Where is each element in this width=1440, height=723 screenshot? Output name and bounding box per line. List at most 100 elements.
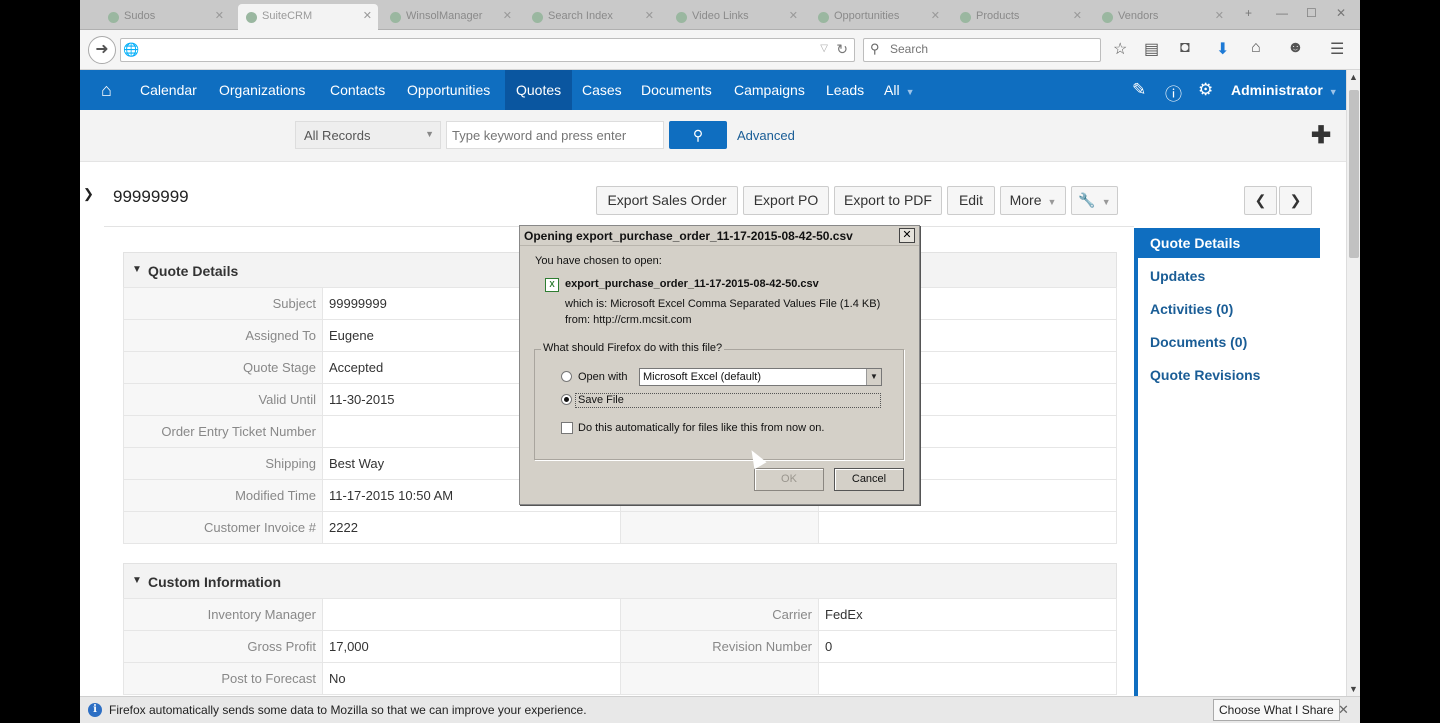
nav-quotes[interactable]: Quotes — [505, 70, 573, 110]
close-icon[interactable]: ✕ — [899, 228, 915, 243]
sidebar-item-documents[interactable]: Documents (0) — [1138, 326, 1320, 359]
maximize-icon[interactable]: ☐ — [1306, 6, 1317, 20]
browser-tab[interactable]: Search Index ✕ — [524, 4, 660, 30]
field-label: Subject — [123, 287, 323, 320]
caret-down-icon: ▼ — [1047, 197, 1057, 207]
chat-icon[interactable]: ☻ — [1287, 39, 1304, 57]
dropdown-arrow-icon[interactable]: ▼ — [866, 369, 881, 385]
new-tab-icon[interactable]: + — [1245, 6, 1252, 20]
excel-file-icon: X — [545, 278, 559, 292]
paint-brush-icon[interactable]: ✎ — [1132, 80, 1146, 100]
home-icon[interactable]: ⌂ — [1251, 39, 1261, 57]
reading-list-icon[interactable]: ▤ — [1144, 39, 1159, 59]
nav-documents[interactable]: Documents — [641, 82, 712, 98]
edit-button[interactable]: Edit — [947, 186, 995, 215]
field-label: Carrier — [620, 598, 819, 631]
menu-icon[interactable]: ☰ — [1330, 39, 1344, 59]
search-button[interactable]: ⚲ — [669, 121, 727, 149]
download-icon[interactable]: ⬇ — [1216, 39, 1229, 59]
keyword-search-input[interactable] — [446, 121, 664, 149]
field-label: Quote Stage — [123, 351, 323, 384]
browser-tab[interactable]: Vendors ✕ — [1094, 4, 1230, 30]
pocket-icon[interactable]: ◘ — [1180, 39, 1190, 57]
vertical-scrollbar[interactable]: ▲ ▼ — [1346, 70, 1360, 696]
open-with-radio[interactable] — [561, 371, 572, 382]
save-file-radio[interactable] — [561, 394, 572, 405]
nav-cases[interactable]: Cases — [582, 82, 622, 98]
tab-label: Sudos — [124, 10, 156, 22]
field-label: Inventory Manager — [123, 598, 323, 631]
settings-wrench-button[interactable]: 🔧 ▼ — [1071, 186, 1118, 215]
favicon-icon — [532, 12, 543, 23]
auto-action-checkbox[interactable] — [561, 422, 573, 434]
caret-down-icon: ▼ — [1328, 87, 1338, 97]
url-dropdown-icon[interactable]: ▽ — [820, 43, 828, 54]
ok-button[interactable]: OK — [754, 468, 824, 491]
search-bar[interactable]: ⚲ — [863, 38, 1101, 62]
user-menu[interactable]: Administrator ▼ — [1231, 82, 1338, 98]
sidebar-item-quote-details[interactable]: Quote Details — [1138, 228, 1320, 258]
sidebar-item-quote-revisions[interactable]: Quote Revisions — [1138, 359, 1320, 392]
nav-all[interactable]: All ▼ — [884, 82, 914, 98]
previous-record-button[interactable]: ❮ — [1244, 186, 1277, 215]
bookmark-star-icon[interactable]: ☆ — [1113, 39, 1127, 59]
close-tab-icon[interactable]: ✕ — [363, 9, 372, 22]
field-label: Valid Until — [123, 383, 323, 416]
close-window-icon[interactable]: ✕ — [1336, 6, 1346, 20]
field-label — [620, 662, 819, 695]
close-tab-icon[interactable]: ✕ — [1073, 9, 1082, 22]
browser-tab[interactable]: Sudos ✕ — [100, 4, 230, 30]
home-icon[interactable]: ⌂ — [101, 80, 112, 101]
quick-create-plus-icon[interactable]: ✚ — [1311, 121, 1331, 150]
nav-leads[interactable]: Leads — [826, 82, 864, 98]
nav-opportunities[interactable]: Opportunities — [407, 82, 490, 98]
expand-panel-icon[interactable]: ❯ — [83, 186, 94, 202]
export-po-button[interactable]: Export PO — [743, 186, 829, 215]
choose-what-i-share-button[interactable]: Choose What I Share — [1213, 699, 1340, 721]
record-scope-select[interactable]: All Records ▼ — [295, 121, 441, 149]
close-icon[interactable]: ✕ — [1338, 702, 1349, 718]
browser-search-input[interactable] — [890, 42, 1090, 56]
nav-contacts[interactable]: Contacts — [330, 82, 385, 98]
chevron-right-icon: ❯ — [1289, 192, 1302, 208]
back-button[interactable]: ➜ — [88, 36, 116, 64]
table-row: Customer Invoice #2222 — [123, 511, 1117, 544]
close-tab-icon[interactable]: ✕ — [645, 9, 654, 22]
next-record-button[interactable]: ❯ — [1279, 186, 1312, 215]
advanced-search-link[interactable]: Advanced — [737, 128, 795, 143]
nav-calendar[interactable]: Calendar — [140, 82, 197, 98]
close-tab-icon[interactable]: ✕ — [215, 9, 224, 22]
browser-tab[interactable]: WinsolManager ✕ — [382, 4, 518, 30]
sidebar-item-updates[interactable]: Updates — [1138, 260, 1320, 293]
more-button[interactable]: More ▼ — [1000, 186, 1066, 215]
gear-icon[interactable]: ⚙ — [1198, 80, 1213, 100]
export-sales-order-button[interactable]: Export Sales Order — [596, 186, 738, 215]
nav-campaigns[interactable]: Campaigns — [734, 82, 805, 98]
browser-tab[interactable]: Opportunities ✕ — [810, 4, 946, 30]
scroll-thumb[interactable] — [1349, 90, 1359, 258]
close-tab-icon[interactable]: ✕ — [789, 9, 798, 22]
scroll-down-icon[interactable]: ▼ — [1349, 684, 1358, 694]
scroll-up-icon[interactable]: ▲ — [1349, 72, 1358, 82]
browser-tab[interactable]: Video Links ✕ — [668, 4, 804, 30]
url-bar[interactable]: 🌐 ▽ ↻ — [120, 38, 855, 62]
nav-organizations[interactable]: Organizations — [219, 82, 305, 98]
reload-icon[interactable]: ↻ — [836, 41, 848, 58]
dialog-title-bar[interactable]: Opening export_purchase_order_11-17-2015… — [520, 226, 919, 246]
browser-tab[interactable]: Products ✕ — [952, 4, 1088, 30]
close-tab-icon[interactable]: ✕ — [1215, 9, 1224, 22]
open-with-app-select[interactable]: Microsoft Excel (default) ▼ — [639, 368, 882, 386]
custom-information-block-header[interactable]: ▼ Custom Information — [123, 563, 1117, 599]
minimize-icon[interactable]: — — [1276, 6, 1288, 20]
sidebar-item-activities[interactable]: Activities (0) — [1138, 293, 1320, 326]
nav-toolbar: ➜ 🌐 ▽ ↻ ⚲ ☆ ▤ ◘ ⬇ ⌂ ☻ ☰ — [80, 30, 1360, 70]
dialog-intro: You have chosen to open: — [535, 255, 662, 267]
record-sidebar: Quote Details Updates Activities (0) Doc… — [1134, 228, 1320, 698]
cancel-button[interactable]: Cancel — [834, 468, 904, 491]
export-pdf-button[interactable]: Export to PDF — [834, 186, 942, 215]
info-icon[interactable]: ⓘ — [1165, 80, 1182, 105]
close-tab-icon[interactable]: ✕ — [931, 9, 940, 22]
global-search-row: All Records ▼ ⚲ Advanced ✚ — [80, 110, 1346, 162]
close-tab-icon[interactable]: ✕ — [503, 9, 512, 22]
browser-tab-active[interactable]: SuiteCRM ✕ — [238, 4, 378, 30]
